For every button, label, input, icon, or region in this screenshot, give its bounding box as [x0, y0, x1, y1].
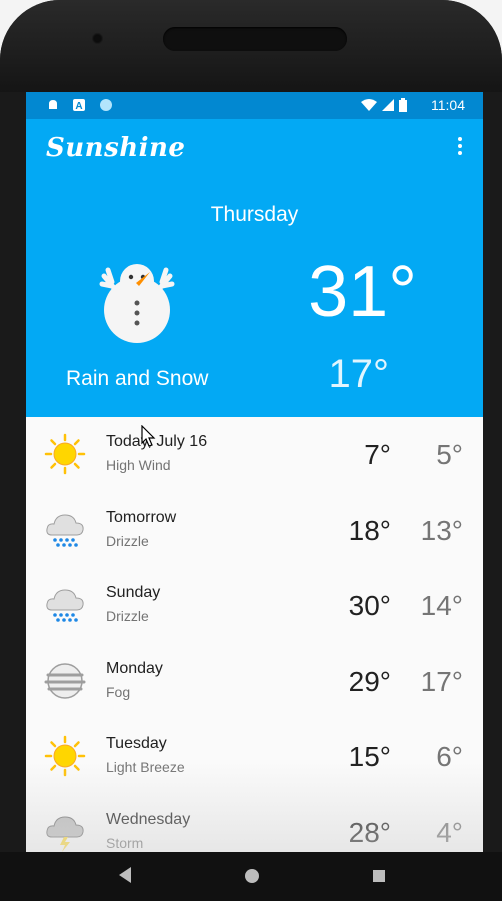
mouse-cursor-icon — [141, 425, 156, 447]
battery-icon — [399, 98, 407, 112]
notification-icon — [49, 100, 57, 109]
forecast-date: Tuesday — [106, 735, 167, 752]
status-bar: A 11:04 — [26, 92, 483, 119]
forecast-description: Light Breeze — [106, 759, 185, 775]
sun-icon — [44, 735, 86, 777]
front-camera — [92, 33, 103, 44]
app-title: Sunshine — [46, 133, 186, 163]
forecast-high: 15° — [348, 741, 391, 772]
forecast-description: Storm — [106, 834, 144, 851]
today-condition: Rain and Snow — [66, 367, 209, 390]
storm-icon — [46, 815, 84, 852]
sun-icon — [44, 433, 86, 475]
status-time: 11:04 — [431, 97, 465, 113]
system-nav-bar — [0, 852, 502, 901]
today-high-temp: 31° — [308, 252, 417, 332]
screen: A 11:04 Sunshine Thursday Rain and Snow … — [26, 92, 483, 852]
forecast-low: 14° — [420, 590, 463, 621]
forecast-low: 13° — [420, 514, 463, 546]
drizzle-icon — [46, 513, 84, 547]
forecast-description: Fog — [106, 683, 131, 700]
forecast-high: 18° — [348, 514, 391, 546]
svg-text:A: A — [75, 101, 82, 112]
phone-frame: A 11:04 Sunshine Thursday Rain and Snow … — [0, 0, 502, 901]
forecast-date: Monday — [106, 659, 163, 677]
today-header: Sunshine Thursday Rain and Snow 31° 17° — [26, 119, 483, 417]
forecast-date: Sunday — [106, 584, 161, 601]
forecast-low: 5° — [436, 439, 463, 470]
forecast-description: High Wind — [106, 457, 171, 473]
forecast-date: Wednesday — [106, 810, 191, 828]
wifi-icon — [361, 99, 377, 111]
forecast-row[interactable]: Today, July 16 High Wind 7° 5° — [26, 417, 483, 493]
drizzle-icon — [46, 589, 84, 622]
speaker-grille — [163, 27, 347, 51]
overflow-menu-icon[interactable] — [457, 137, 463, 159]
forecast-low: 17° — [420, 665, 463, 697]
right-bezel — [483, 92, 502, 852]
today-day: Thursday — [210, 203, 299, 226]
back-icon[interactable] — [119, 867, 131, 883]
circle-icon — [100, 99, 112, 111]
forecast-low: 6° — [436, 741, 463, 772]
fog-icon — [44, 662, 86, 699]
forecast-low: 4° — [436, 816, 463, 848]
today-low-temp: 17° — [328, 352, 390, 396]
forecast-row[interactable]: Sunday Drizzle 30° 14° — [26, 568, 483, 644]
forecast-row[interactable]: Tuesday Light Breeze 15° 6° — [26, 719, 483, 795]
forecast-description: Drizzle — [106, 532, 149, 549]
forecast-high: 29° — [348, 665, 391, 697]
snowman-icon — [99, 264, 175, 343]
home-icon[interactable] — [245, 869, 259, 883]
recents-icon[interactable] — [373, 870, 385, 882]
forecast-row[interactable]: Wednesday Storm 28° 4° — [26, 794, 483, 852]
forecast-high: 7° — [364, 439, 391, 470]
signal-icon — [382, 99, 394, 111]
forecast-description: Drizzle — [106, 608, 149, 624]
left-bezel — [0, 92, 26, 852]
forecast-row[interactable]: Tomorrow Drizzle 18° 13° — [26, 492, 483, 568]
app-a-icon: A — [73, 99, 85, 112]
forecast-list: Today, July 16 High Wind 7° 5° Tomorrow … — [26, 417, 483, 852]
forecast-high: 30° — [348, 590, 391, 621]
forecast-row[interactable]: Monday Fog 29° 17° — [26, 643, 483, 719]
forecast-high: 28° — [348, 816, 391, 848]
forecast-date: Tomorrow — [106, 508, 177, 526]
phone-top-bezel — [0, 0, 502, 92]
